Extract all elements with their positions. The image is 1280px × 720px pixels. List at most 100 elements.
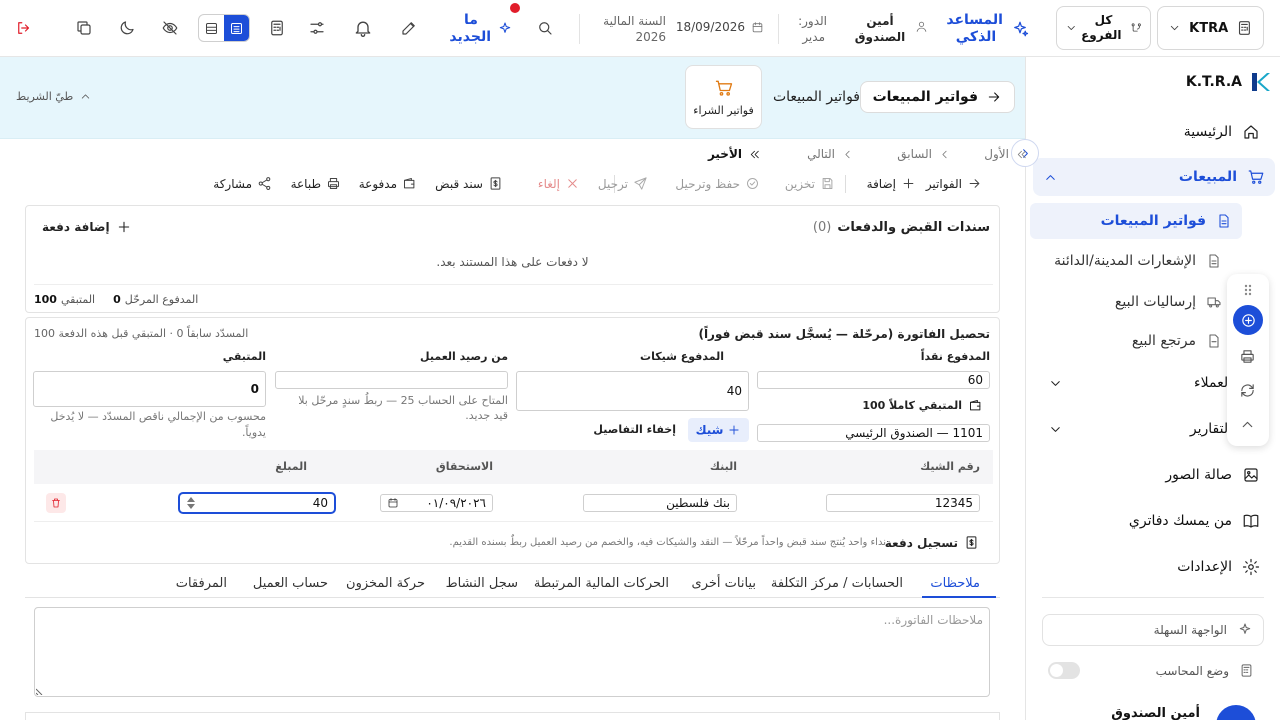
resize-handle-icon[interactable] bbox=[36, 687, 44, 695]
tab-inventory-movement[interactable]: حركة المخزون bbox=[346, 576, 425, 591]
company-select[interactable]: KTRA bbox=[1157, 6, 1264, 50]
tool-post[interactable]: ترحيل bbox=[598, 176, 648, 191]
notifications-button[interactable] bbox=[352, 17, 374, 39]
add-cheque-button[interactable]: شيك bbox=[688, 418, 749, 442]
tab-other-data[interactable]: بيانات أخرى bbox=[692, 576, 756, 591]
nav-sales-returns[interactable]: مرتجع البيع bbox=[1132, 323, 1222, 359]
cheques-input[interactable]: 40 bbox=[516, 371, 749, 411]
tab-accounts-cost-center[interactable]: الحسابات / مركز التكلفة bbox=[771, 576, 903, 591]
refresh-icon[interactable] bbox=[1239, 382, 1256, 399]
collapse-band-button[interactable]: طيّ الشريط bbox=[16, 90, 92, 103]
chevron-down-icon bbox=[1170, 25, 1179, 31]
fiscal-year-label: السنة المالية bbox=[603, 14, 666, 28]
whats-new-button[interactable]: ما الجديد bbox=[446, 10, 518, 48]
tab-customer-account[interactable]: حساب العميل bbox=[253, 576, 328, 591]
branch-select[interactable]: كل الفروع bbox=[1056, 6, 1151, 50]
filters-button[interactable] bbox=[307, 18, 327, 38]
remaining-full-row[interactable]: المتبقي كاملاً 100 bbox=[862, 398, 983, 413]
logout-button[interactable] bbox=[14, 18, 34, 38]
cashbox-select[interactable]: 1101 — الصندوق الرئيسي bbox=[757, 424, 990, 442]
cheque-number-input[interactable]: 12345 bbox=[826, 494, 980, 512]
purchase-invoices-shortcut[interactable]: فواتير الشراء bbox=[685, 65, 762, 129]
notes-textarea[interactable]: ملاحظات الفاتورة... bbox=[34, 607, 990, 697]
pager-last[interactable]: الأخير bbox=[708, 147, 761, 161]
wallet-icon bbox=[970, 400, 981, 411]
cash-input[interactable]: 60 bbox=[757, 371, 990, 389]
truck-icon bbox=[1207, 297, 1221, 308]
search-button[interactable] bbox=[534, 17, 556, 39]
cheque-bank-input[interactable]: بنك فلسطين bbox=[583, 494, 737, 512]
layout-toggle[interactable] bbox=[198, 14, 250, 42]
tool-invoices[interactable]: الفواتير bbox=[926, 176, 982, 191]
printer-icon[interactable] bbox=[1239, 348, 1256, 365]
delete-cheque-button[interactable] bbox=[46, 493, 66, 513]
dark-mode-button[interactable] bbox=[117, 18, 137, 38]
layout-toggle-active[interactable] bbox=[224, 15, 249, 41]
nav-home[interactable]: الرئيسية bbox=[1038, 113, 1270, 151]
cheque-due-input[interactable]: ٠١/٠٩/٢٠٢٦ bbox=[380, 494, 493, 512]
nav-sales-dispatches[interactable]: إرساليات البيع bbox=[1115, 284, 1222, 320]
ai-assistant-button[interactable]: المساعد الذكي bbox=[940, 10, 1038, 48]
role-value: مدير bbox=[802, 30, 825, 44]
quick-add-button[interactable] bbox=[1233, 305, 1263, 335]
current-date: 18/09/2026 bbox=[675, 20, 745, 34]
calculator-button[interactable] bbox=[267, 18, 287, 38]
add-payment-button[interactable]: إضافة دفعة bbox=[42, 219, 132, 235]
cheque-amount-input[interactable]: 40 bbox=[178, 492, 336, 514]
tool-add[interactable]: إضافة bbox=[867, 176, 916, 191]
balance-input[interactable] bbox=[275, 371, 508, 389]
drag-handle-icon[interactable] bbox=[1240, 282, 1256, 298]
tool-cancel[interactable]: إلغاء bbox=[538, 176, 580, 191]
tool-receipt[interactable]: سند قبض bbox=[435, 176, 503, 191]
current-page-title: فواتير المبيعات bbox=[772, 89, 860, 105]
tool-print-label: طباعة bbox=[290, 176, 321, 191]
chevron-up-icon[interactable] bbox=[1239, 416, 1256, 433]
tool-print[interactable]: طباعة bbox=[291, 176, 341, 191]
calculator-icon bbox=[1239, 21, 1251, 35]
nav-settings[interactable]: الإعدادات bbox=[1038, 548, 1270, 586]
pager-next[interactable]: التالي bbox=[807, 147, 854, 161]
tool-share[interactable]: مشاركة bbox=[213, 176, 272, 191]
plus-circle-icon bbox=[1241, 313, 1255, 327]
tab-activity-log[interactable]: سجل النشاط bbox=[446, 576, 518, 591]
nav-sales-invoices[interactable]: فواتير المبيعات bbox=[1030, 203, 1242, 239]
payments-empty: لا دفعات على هذا المستند بعد. bbox=[436, 255, 589, 269]
pager-prev[interactable]: السابق bbox=[897, 147, 951, 161]
receipt-icon bbox=[966, 536, 977, 549]
layout-toggle-alt[interactable] bbox=[199, 15, 224, 41]
hide-values-button[interactable] bbox=[160, 18, 180, 38]
stepper-icon[interactable] bbox=[186, 495, 196, 511]
nav-bookkeeper[interactable]: من يمسك دفاتري bbox=[1038, 502, 1270, 540]
tool-save-post[interactable]: حفظ وترحيل bbox=[675, 176, 760, 191]
tab-linked-financial[interactable]: الحركات المالية المرتبطة bbox=[534, 576, 669, 591]
avatar[interactable] bbox=[1216, 705, 1256, 720]
nav-sales[interactable]: المبيعات bbox=[1033, 158, 1275, 196]
collapse-band-label: طيّ الشريط bbox=[16, 90, 74, 103]
balance-label: من رصيد العميل bbox=[420, 350, 508, 363]
chevron-up-icon bbox=[1046, 174, 1055, 180]
record-payment-button[interactable]: تسجيل دفعة bbox=[885, 535, 979, 550]
nav-gallery[interactable]: صالة الصور bbox=[1038, 456, 1270, 494]
easy-ui-button[interactable]: الواجهة السهلة bbox=[1042, 614, 1264, 646]
accountant-mode-toggle[interactable] bbox=[1048, 662, 1080, 679]
sparkles-icon bbox=[1014, 21, 1029, 37]
accountant-mode-label: وضع المحاسب bbox=[1155, 663, 1229, 678]
nav-dispatches-label: إرساليات البيع bbox=[1114, 294, 1196, 310]
date-picker[interactable]: 18/09/2026 bbox=[676, 20, 764, 34]
check-circle-icon bbox=[747, 178, 758, 189]
tabs-divider bbox=[25, 597, 1000, 598]
tool-paid[interactable]: مدفوعة bbox=[359, 176, 417, 191]
document-icon bbox=[1219, 214, 1229, 228]
plus-icon bbox=[118, 221, 129, 233]
tool-store[interactable]: تخزين bbox=[785, 176, 835, 191]
hide-details-button[interactable]: إخفاء التفاصيل bbox=[593, 423, 676, 436]
tab-notes[interactable]: ملاحظات bbox=[930, 576, 980, 591]
floating-toolbar bbox=[1227, 274, 1269, 446]
nav-debit-credit-notes[interactable]: الإشعارات المدينة/الدائنة bbox=[1054, 243, 1222, 279]
copy-button[interactable] bbox=[74, 18, 94, 38]
pager-first[interactable]: الأول bbox=[984, 147, 1028, 161]
edit-button[interactable] bbox=[399, 18, 419, 38]
tab-attachments[interactable]: المرفقات bbox=[176, 576, 227, 591]
back-button[interactable]: فواتير المبيعات bbox=[859, 81, 1015, 113]
calculator-icon bbox=[271, 20, 283, 36]
